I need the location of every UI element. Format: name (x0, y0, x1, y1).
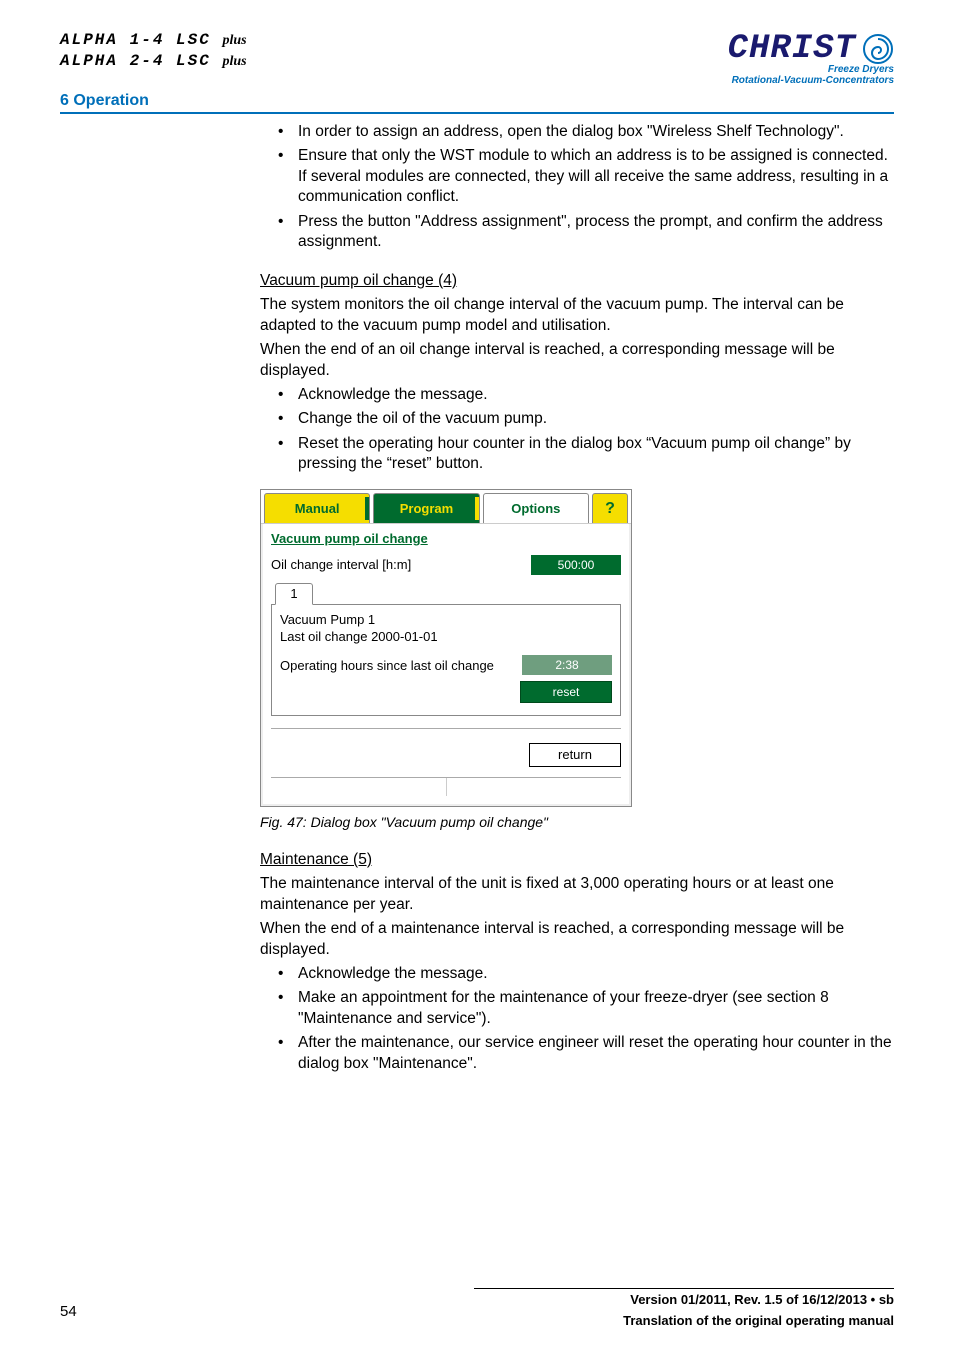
product-line-2: ALPHA 2-4 LSC plus (60, 51, 247, 72)
vac-p1: The system monitors the oil change inter… (260, 295, 894, 336)
interval-value[interactable]: 500:00 (531, 555, 621, 575)
vac-heading: Vacuum pump oil change (4) (260, 271, 894, 291)
tab-help[interactable]: ? (592, 493, 628, 523)
product1a: ALPHA 1-4 LSC (60, 31, 211, 49)
reset-button[interactable]: reset (520, 681, 612, 703)
last-change: Last oil change 2000-01-01 (280, 628, 612, 645)
tab-manual-label: Manual (295, 500, 340, 517)
vac-bullet: Change the oil of the vacuum pump. (278, 409, 894, 429)
pump-name: Vacuum Pump 1 (280, 611, 612, 628)
header-rule (60, 112, 894, 114)
section-title: 6 Operation (60, 92, 894, 110)
pump-box: Vacuum Pump 1 Last oil change 2000-01-01… (271, 604, 621, 716)
top-bullet: Press the button "Address assignment", p… (278, 212, 894, 253)
vac-bullet: Reset the operating hour counter in the … (278, 434, 894, 475)
dialog-box: Manual Program Options ? Vacuum pump oil… (260, 489, 632, 807)
brand-tag2: Rotational-Vacuum-Concentrators (728, 75, 894, 86)
dialog-title: Vacuum pump oil change (271, 530, 428, 547)
tab-manual[interactable]: Manual (264, 493, 370, 523)
tab-program-label: Program (400, 500, 453, 517)
product2b: plus (222, 54, 246, 69)
maint-bullets: Acknowledge the message. Make an appoint… (260, 964, 894, 1074)
fig-caption: Fig. 47: Dialog box "Vacuum pump oil cha… (260, 813, 894, 831)
top-bullets: In order to assign an address, open the … (260, 122, 894, 253)
tab-help-label: ? (605, 498, 615, 519)
ophours-value: 2:38 (522, 655, 612, 675)
footer-version: Version 01/2011, Rev. 1.5 of 16/12/2013 … (474, 1288, 894, 1307)
maint-bullet: Acknowledge the message. (278, 964, 894, 984)
maint-bullet: After the maintenance, our service engin… (278, 1033, 894, 1074)
brand-block: CHRIST Freeze Dryers Rotational-Vacuum-C… (728, 30, 894, 86)
top-bullet: Ensure that only the WST module to which… (278, 146, 894, 207)
footer-translation: Translation of the original operating ma… (474, 1313, 894, 1328)
pump-tab[interactable]: 1 (275, 583, 313, 605)
maint-heading: Maintenance (5) (260, 850, 894, 870)
maint-p2: When the end of a maintenance interval i… (260, 919, 894, 960)
page-number: 54 (60, 1303, 77, 1320)
swirl-icon (862, 33, 894, 65)
product-line-1: ALPHA 1-4 LSC plus (60, 30, 247, 51)
maint-bullet: Make an appointment for the maintenance … (278, 988, 894, 1029)
top-bullet: In order to assign an address, open the … (278, 122, 894, 142)
maint-p1: The maintenance interval of the unit is … (260, 874, 894, 915)
tab-options[interactable]: Options (483, 493, 589, 523)
interval-label: Oil change interval [h:m] (271, 556, 411, 573)
product2a: ALPHA 2-4 LSC (60, 52, 211, 70)
vac-bullet: Acknowledge the message. (278, 385, 894, 405)
product1b: plus (222, 33, 246, 48)
dialog-footer (271, 777, 621, 796)
brand-name: CHRIST (728, 30, 856, 68)
tab-options-label: Options (511, 500, 560, 517)
ophours-label: Operating hours since last oil change (280, 657, 494, 674)
return-button[interactable]: return (529, 743, 621, 767)
tab-program[interactable]: Program (373, 493, 479, 523)
vac-bullets: Acknowledge the message. Change the oil … (260, 385, 894, 475)
dialog-divider (271, 728, 621, 729)
vac-p2: When the end of an oil change interval i… (260, 340, 894, 381)
